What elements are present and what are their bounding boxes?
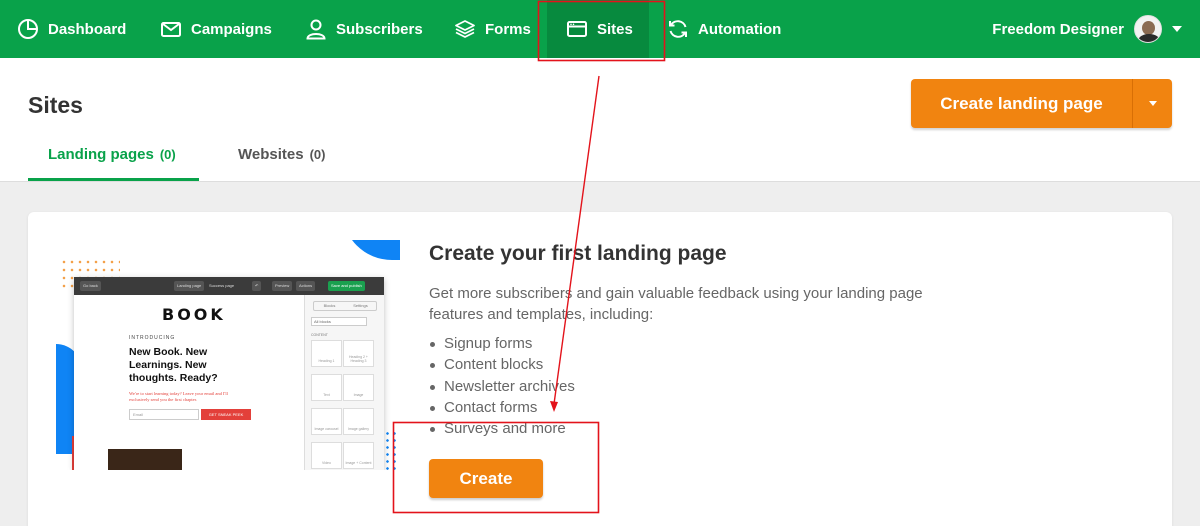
- nav-label: Dashboard: [48, 20, 127, 38]
- mockup-intro: INTRODUCING: [129, 335, 176, 341]
- mockup-subtext: We're to start learning today? Leave you…: [129, 391, 228, 402]
- refresh-icon: [669, 20, 687, 38]
- create-options-dropdown[interactable]: [1133, 79, 1172, 128]
- mockup-block: Image: [343, 374, 374, 401]
- mockup-cta: GET SNEAK PEEK: [201, 409, 251, 420]
- mockup-block: Heading 1: [311, 340, 342, 367]
- mockup-actions: Actions: [296, 281, 316, 291]
- nav-item-dashboard[interactable]: Dashboard: [17, 0, 126, 58]
- empty-state-description: Get more subscribers and gain valuable f…: [429, 285, 923, 323]
- user-name: Freedom Designer: [992, 20, 1124, 38]
- mockup-back: Go back: [80, 281, 101, 291]
- undo-icon: ↶: [252, 281, 262, 291]
- page-title: Sites: [28, 92, 83, 118]
- mockup-toolbar: Go back Landing page Success page ↶ Prev…: [74, 277, 384, 295]
- mockup-tab: Landing page: [174, 281, 205, 291]
- nav-item-subscribers[interactable]: Subscribers: [305, 0, 423, 58]
- create-landing-page-button-group: Create landing page: [911, 79, 1172, 128]
- tab-count: (0): [159, 147, 176, 162]
- dashboard-icon: [18, 19, 38, 39]
- list-item: Content blocks: [429, 354, 575, 375]
- landing-page-illustration: Go back Landing page Success page ↶ Prev…: [56, 240, 400, 470]
- create-landing-page-button[interactable]: Create landing page: [911, 79, 1133, 128]
- nav-item-forms[interactable]: Forms: [454, 0, 531, 58]
- mockup-block: Image gallery: [343, 408, 374, 435]
- avatar: [1134, 15, 1162, 43]
- tab-landing-pages[interactable]: Landing pages (0): [48, 146, 176, 163]
- mockup-side-tab: Settings: [353, 303, 368, 308]
- tab-label: Landing pages: [48, 146, 154, 163]
- mockup-email-input: Email: [129, 409, 199, 420]
- mockup-block: Video: [311, 442, 342, 469]
- list-item: Signup forms: [429, 333, 575, 354]
- nav-label: Automation: [698, 20, 782, 38]
- mockup-side-tab: Blocks: [323, 303, 336, 308]
- chevron-down-icon: [1172, 26, 1182, 32]
- mockup-tab: Success page: [209, 283, 235, 288]
- mockup-block: Image + Content: [343, 442, 374, 469]
- chevron-down-icon: [1148, 101, 1157, 106]
- mockup-side-label: CONTENT: [311, 333, 328, 337]
- nav-item-automation[interactable]: Automation: [667, 0, 781, 58]
- envelope-icon: [161, 22, 181, 37]
- page-header: Sites Create landing page Landing pages (…: [0, 58, 1200, 182]
- tab-label: Websites: [238, 146, 304, 163]
- tab-websites[interactable]: Websites (0): [238, 146, 325, 163]
- mockup-block: Image carousel: [311, 408, 342, 435]
- mockup-publish: Save and publish: [328, 281, 365, 291]
- nav-label: Forms: [485, 20, 531, 38]
- create-button[interactable]: Create: [429, 459, 543, 498]
- mockup-headline: New Book. New Learnings. New thoughts. R…: [129, 346, 218, 384]
- mockup-block: Heading 2 + Heading 3: [343, 340, 374, 367]
- nav-item-campaigns[interactable]: Campaigns: [160, 0, 272, 58]
- user-menu[interactable]: Freedom Designer: [992, 0, 1182, 58]
- list-item: Contact forms: [429, 397, 575, 418]
- user-icon: [306, 19, 326, 40]
- mockup-photo: [108, 449, 182, 470]
- browser-window-icon: [567, 21, 587, 37]
- nav-label: Sites: [597, 20, 633, 38]
- mockup-logo: BOOK: [162, 305, 226, 324]
- layers-icon: [455, 20, 475, 38]
- editor-mockup: Go back Landing page Success page ↶ Prev…: [74, 277, 384, 470]
- mockup-sidebar: Blocks Settings All blocks CONTENT Headin…: [304, 295, 384, 470]
- mockup-side-select: All blocks: [311, 317, 367, 326]
- mockup-side-tabs: Blocks Settings: [313, 301, 377, 311]
- tab-count: (0): [309, 147, 326, 162]
- feature-list: Signup forms Content blocks Newsletter a…: [429, 333, 575, 439]
- empty-state-title: Create your first landing page: [429, 242, 727, 265]
- mockup-block: Text: [311, 374, 342, 401]
- list-item: Surveys and more: [429, 418, 575, 439]
- top-navigation: Dashboard Campaigns Subscribers Forms Si…: [0, 0, 1200, 58]
- list-item: Newsletter archives: [429, 376, 575, 397]
- nav-label: Subscribers: [336, 20, 423, 38]
- nav-item-sites[interactable]: Sites: [547, 0, 649, 58]
- mockup-preview: Preview: [272, 281, 293, 291]
- decor-shape: [342, 240, 400, 260]
- nav-label: Campaigns: [191, 20, 272, 38]
- active-tab-indicator: [28, 178, 199, 181]
- mockup-block-grid: Heading 1 Heading 2 + Heading 3 Text Image I…: [311, 340, 379, 470]
